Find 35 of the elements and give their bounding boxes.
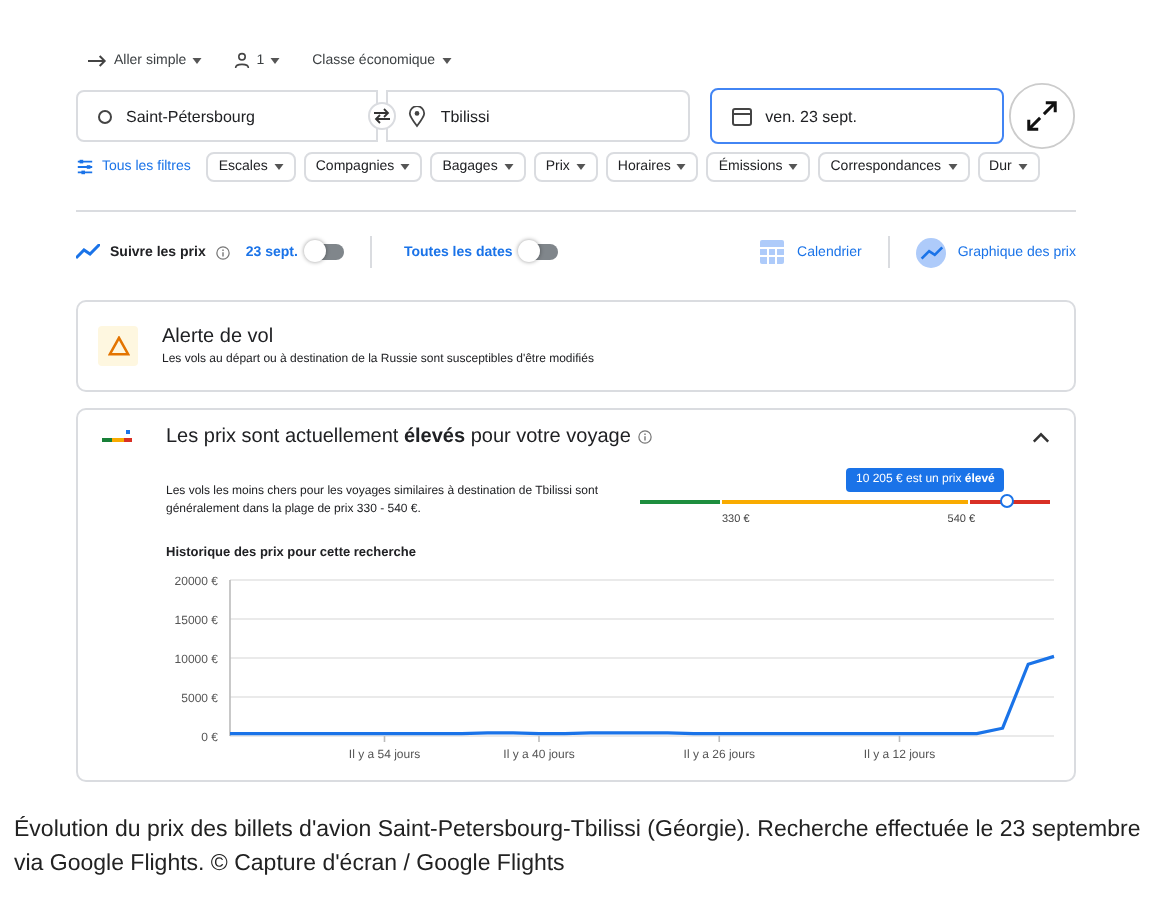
calendar-icon (757, 238, 786, 266)
info-icon (215, 245, 230, 259)
alert-title: Alerte de vol (162, 326, 276, 348)
toggle-switch[interactable] (307, 244, 344, 260)
calendar-icon (731, 106, 752, 126)
chevron-icon[interactable] (1032, 431, 1050, 443)
caret-icon (273, 164, 284, 170)
caret-icon (400, 164, 411, 170)
caret-icon (503, 164, 514, 170)
caret-icon (192, 57, 203, 63)
trend-line-icon (76, 244, 100, 260)
caret-icon (947, 164, 958, 170)
caret-icon (1017, 164, 1028, 170)
caret-icon (575, 164, 586, 170)
insights-heading: Les prix sont actuellement élevés pour votre voyage (166, 426, 631, 448)
caret-icon (270, 57, 281, 63)
caret-icon (788, 164, 799, 170)
caret-icon (676, 164, 687, 170)
toggle-switch[interactable] (522, 244, 559, 260)
person-icon (234, 52, 251, 68)
info-icon (638, 430, 653, 444)
price-marker (1000, 494, 1014, 508)
filter-sliders-icon (76, 158, 94, 176)
caret-icon (441, 57, 452, 63)
price-level-icon (102, 429, 134, 445)
arrow-icon (88, 53, 108, 67)
chart-icon (915, 237, 946, 267)
swap-icon[interactable] (368, 102, 397, 130)
destination-field[interactable]: Tbilissi (386, 90, 690, 142)
warning-icon (98, 326, 138, 366)
circle-icon (98, 109, 112, 123)
date-field[interactable]: ven. 23 sept. (709, 88, 1004, 144)
location-pin-icon (408, 105, 427, 127)
image-caption: Évolution du prix des billets d'avion Saint-Petersbourg-Tbilissi (Géorgie). Recherche effectuée le 23 septembre via Google Flights. © Capture d'écran / Google Flights (14, 814, 1143, 880)
expand-icon[interactable] (1008, 82, 1076, 150)
